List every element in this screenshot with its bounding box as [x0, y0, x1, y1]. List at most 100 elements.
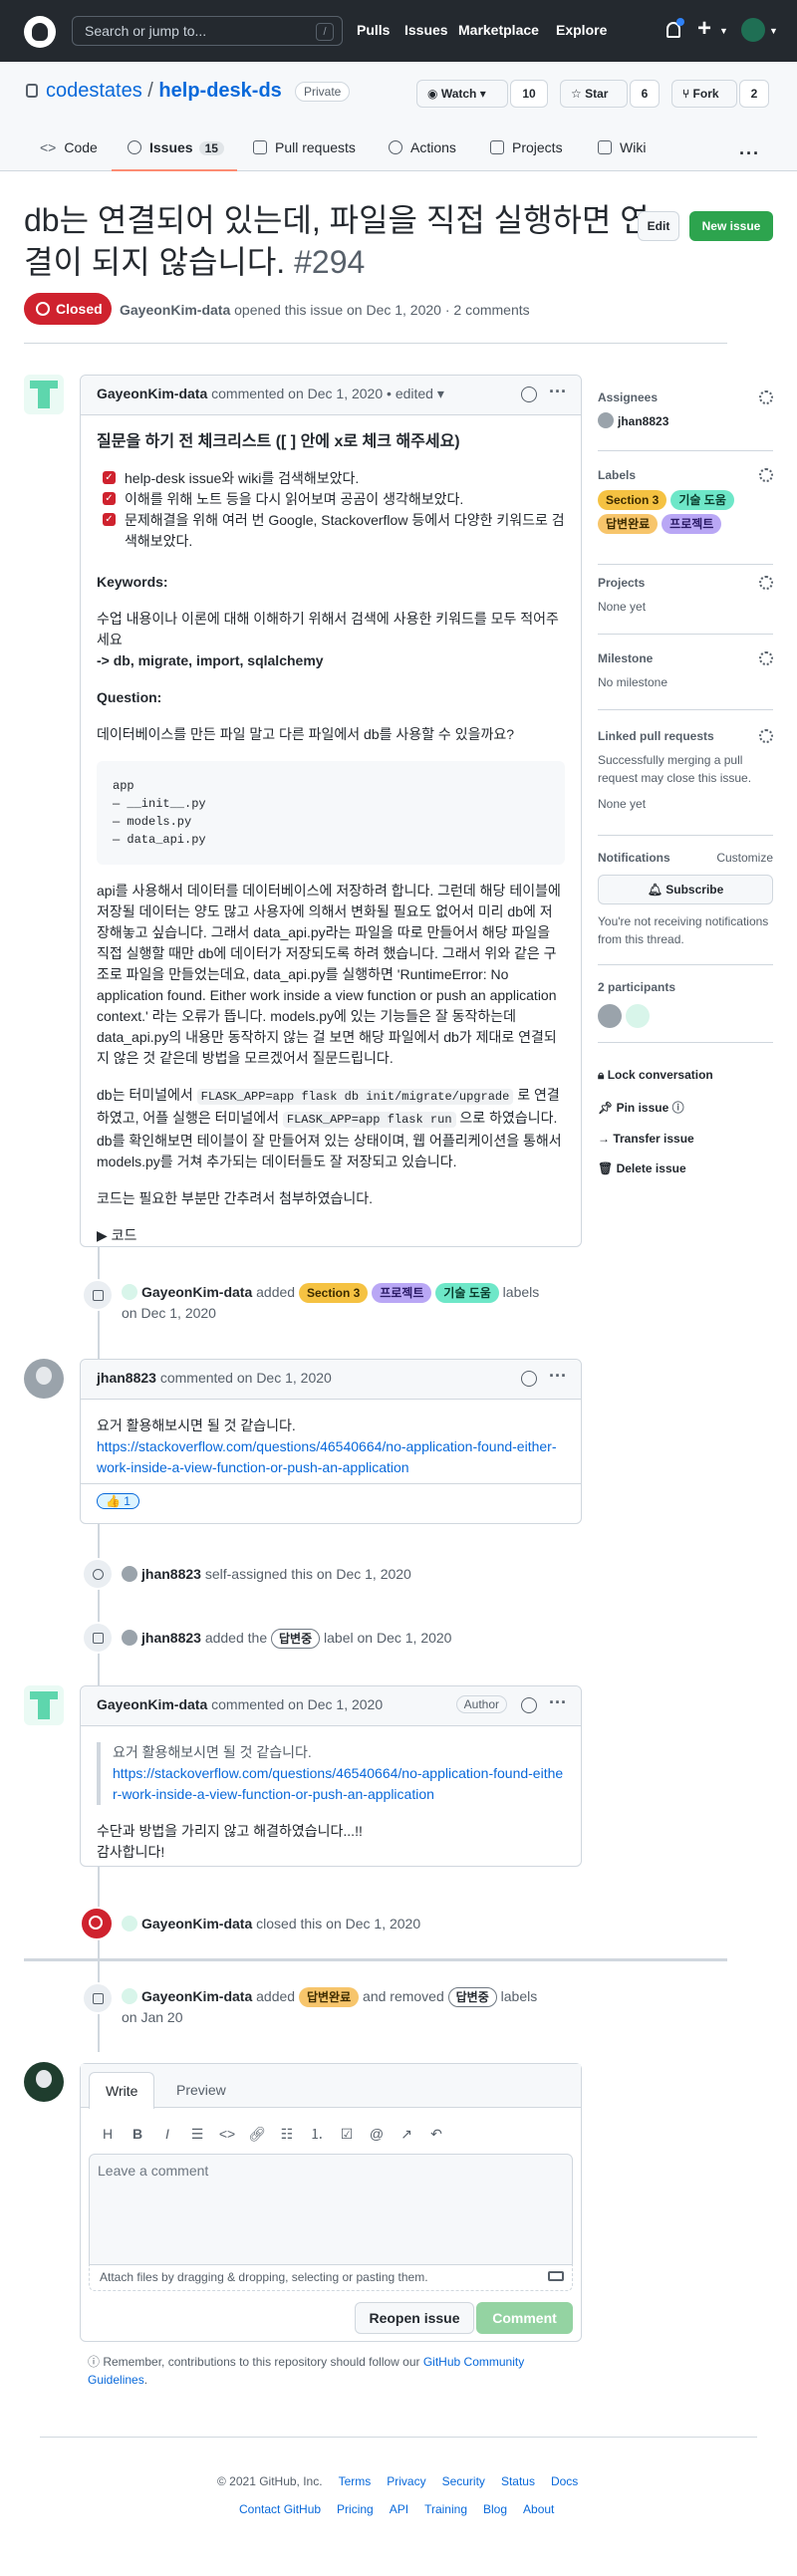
- quote-icon[interactable]: ☰: [186, 2126, 208, 2143]
- numbered-list-icon[interactable]: ⒈: [306, 2124, 328, 2144]
- event-author-link[interactable]: GayeonKim-data: [141, 1916, 252, 1932]
- delete-issue-link[interactable]: 🗑︎ Delete issue: [598, 1161, 713, 1175]
- label-answered[interactable]: 답변완료: [298, 1987, 360, 2007]
- tab-projects[interactable]: Projects: [490, 139, 563, 171]
- user-avatar[interactable]: [741, 18, 765, 42]
- event-author-link[interactable]: jhan8823: [141, 1630, 201, 1646]
- issue-author-link[interactable]: GayeonKim-data: [120, 302, 230, 318]
- italic-icon[interactable]: I: [156, 2126, 178, 2142]
- nav-marketplace[interactable]: Marketplace: [458, 22, 539, 38]
- sidebar-label[interactable]: 답변완료: [598, 514, 659, 534]
- bullet-list-icon[interactable]: ☷: [276, 2126, 298, 2143]
- footer-link-pricing[interactable]: Pricing: [337, 2502, 374, 2516]
- customize-link[interactable]: Customize: [716, 851, 773, 865]
- create-new-plus-icon[interactable]: +: [697, 15, 711, 43]
- gear-icon[interactable]: [759, 390, 773, 404]
- comment-author-link[interactable]: GayeonKim-data: [97, 1696, 207, 1712]
- nav-explore[interactable]: Explore: [556, 22, 607, 38]
- star-button[interactable]: ☆ Star: [560, 80, 628, 108]
- participant-avatar[interactable]: [598, 1004, 622, 1028]
- gear-icon[interactable]: [759, 576, 773, 590]
- current-user-avatar[interactable]: [24, 2062, 64, 2102]
- footer-link-blog[interactable]: Blog: [483, 2502, 507, 2516]
- edit-title-button[interactable]: Edit: [638, 211, 679, 241]
- repo-name-link[interactable]: help-desk-ds: [158, 80, 281, 102]
- participant-avatar[interactable]: [626, 1004, 650, 1028]
- reference-icon[interactable]: ↗: [396, 2126, 417, 2143]
- assignee-item[interactable]: jhan8823: [598, 412, 773, 430]
- comment-author-link[interactable]: jhan8823: [97, 1370, 156, 1386]
- kebab-menu-icon[interactable]: ···: [549, 382, 567, 402]
- comment-meta[interactable]: commented on Dec 1, 2020: [160, 1370, 332, 1386]
- new-issue-button[interactable]: New issue: [689, 211, 773, 241]
- pin-issue-link[interactable]: 📌︎ Pin issue ⓘ: [598, 1099, 713, 1116]
- label-answering[interactable]: 답변중: [447, 1987, 497, 2007]
- stackoverflow-link[interactable]: https://stackoverflow.com/questions/4654…: [97, 1438, 557, 1475]
- nav-issues[interactable]: Issues: [404, 22, 448, 38]
- label-project[interactable]: 프로젝트: [372, 1283, 432, 1303]
- link-icon[interactable]: 🔗︎: [246, 2126, 268, 2143]
- mention-icon[interactable]: @: [366, 2126, 388, 2142]
- label-tech-help[interactable]: 기술 도움: [435, 1283, 499, 1303]
- label-section-3[interactable]: Section 3: [298, 1283, 369, 1303]
- tab-issues[interactable]: Issues 15: [112, 139, 237, 171]
- footer-link-api[interactable]: API: [390, 2502, 408, 2516]
- reply-icon[interactable]: ↶: [425, 2126, 447, 2143]
- nav-pulls[interactable]: Pulls: [357, 22, 390, 38]
- bold-icon[interactable]: B: [127, 2126, 148, 2142]
- add-reaction-icon[interactable]: [521, 1371, 537, 1387]
- task-list-icon[interactable]: ☑: [336, 2126, 358, 2143]
- author-avatar[interactable]: [24, 375, 64, 414]
- event-date[interactable]: on Dec 1, 2020: [122, 1305, 216, 1321]
- search-input[interactable]: Search or jump to... /: [72, 16, 343, 46]
- transfer-issue-link[interactable]: → Transfer issue: [598, 1132, 713, 1146]
- repo-owner-link[interactable]: codestates: [46, 80, 142, 102]
- gear-icon[interactable]: [759, 651, 773, 665]
- footer-link-training[interactable]: Training: [424, 2502, 467, 2516]
- footer-link-about[interactable]: About: [523, 2502, 554, 2516]
- checklist-item[interactable]: 이해를 위해 노트 등을 다시 읽어보며 공곰이 생각해보았다.: [103, 489, 565, 510]
- tab-write[interactable]: Write: [89, 2072, 155, 2109]
- tab-code[interactable]: <> Code: [40, 139, 98, 171]
- checklist-item[interactable]: help-desk issue와 wiki를 검색해보았다.: [103, 468, 565, 489]
- watch-count[interactable]: 10: [510, 80, 548, 108]
- heading-icon[interactable]: H: [97, 2126, 119, 2142]
- lock-conversation-link[interactable]: 🔒︎ Lock conversation: [598, 1068, 713, 1083]
- code-icon[interactable]: <>: [216, 2126, 238, 2142]
- sidebar-label[interactable]: 프로젝트: [662, 514, 722, 534]
- footer-link-terms[interactable]: Terms: [339, 2474, 372, 2488]
- comment-textarea[interactable]: Leave a comment: [89, 2154, 573, 2265]
- reopen-issue-button[interactable]: Reopen issue: [355, 2302, 474, 2334]
- thumbs-up-reaction[interactable]: 👍 1: [97, 1493, 139, 1509]
- kebab-menu-icon[interactable]: ···: [549, 1692, 567, 1713]
- tab-actions[interactable]: Actions: [389, 139, 456, 171]
- footer-link-status[interactable]: Status: [501, 2474, 535, 2488]
- comment-author-link[interactable]: GayeonKim-data: [97, 386, 207, 401]
- event-author-link[interactable]: jhan8823: [141, 1566, 201, 1582]
- more-tabs-icon[interactable]: ···: [739, 143, 760, 164]
- star-count[interactable]: 6: [630, 80, 660, 108]
- event-author-link[interactable]: GayeonKim-data: [141, 1284, 252, 1300]
- label-answering[interactable]: 답변중: [271, 1629, 321, 1649]
- attach-files-area[interactable]: Attach files by dragging & dropping, sel…: [89, 2265, 573, 2291]
- tab-preview[interactable]: Preview: [160, 2072, 242, 2109]
- footer-link-contact[interactable]: Contact GitHub: [239, 2502, 321, 2516]
- github-logo-icon[interactable]: [24, 16, 56, 48]
- gear-icon[interactable]: [759, 468, 773, 482]
- footer-link-privacy[interactable]: Privacy: [387, 2474, 425, 2488]
- checklist-item[interactable]: 문제해결을 위해 여러 번 Google, Stackoverflow 등에서 …: [103, 510, 565, 552]
- event-author-link[interactable]: GayeonKim-data: [141, 1988, 252, 2004]
- code-details-toggle[interactable]: ▶ 코드: [97, 1225, 565, 1246]
- comment-meta[interactable]: commented on Dec 1, 2020 • edited ▾: [211, 386, 444, 401]
- footer-link-security[interactable]: Security: [442, 2474, 485, 2488]
- author-avatar[interactable]: [24, 1685, 64, 1725]
- comment-button[interactable]: Comment: [476, 2302, 573, 2334]
- fork-count[interactable]: 2: [739, 80, 769, 108]
- comment-meta[interactable]: commented on Dec 1, 2020: [211, 1696, 383, 1712]
- gear-icon[interactable]: [759, 729, 773, 743]
- sidebar-label[interactable]: Section 3: [598, 490, 667, 510]
- sidebar-label[interactable]: 기술 도움: [670, 490, 734, 510]
- add-reaction-icon[interactable]: [521, 386, 537, 402]
- tab-wiki[interactable]: Wiki: [598, 139, 646, 171]
- watch-button[interactable]: ◉ Watch ▾: [416, 80, 508, 108]
